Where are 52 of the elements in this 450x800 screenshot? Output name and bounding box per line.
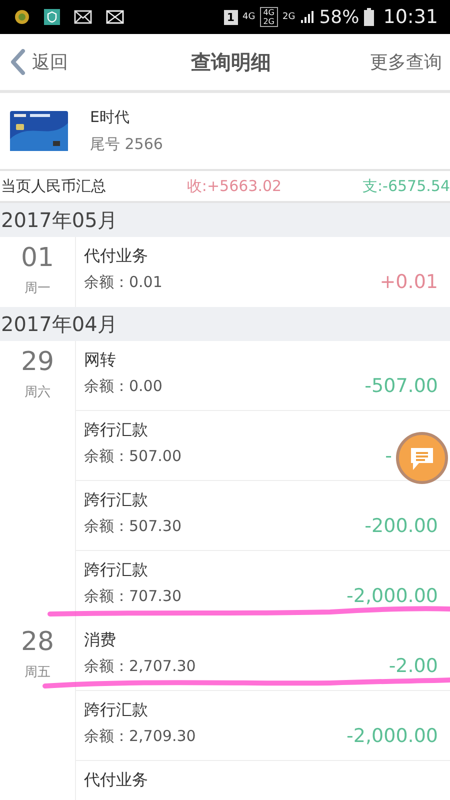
app-icon	[14, 9, 30, 25]
more-query-button[interactable]: 更多查询	[370, 50, 442, 74]
transaction-amount: -	[385, 445, 392, 467]
transaction-amount: -2,000.00	[346, 725, 438, 747]
battery-percent: 58%	[319, 6, 360, 28]
battery-icon	[364, 8, 374, 26]
balance-text: 余额：2,709.30	[84, 726, 196, 746]
transaction-title: 网转	[84, 350, 117, 371]
transaction-title: 跨行汇款	[84, 560, 149, 581]
dual-signal-indicator: 4G 2G	[260, 7, 278, 27]
day-number: 28	[20, 627, 54, 657]
transaction-title: 消费	[84, 630, 117, 651]
transaction-amount: -2,000.00	[346, 585, 438, 607]
network-label: 4G	[242, 12, 256, 22]
shield-icon	[44, 9, 60, 25]
transaction-amount: -200.00	[364, 515, 438, 537]
expense-total: 支:-6575.54	[362, 176, 450, 196]
card-tail-number: 尾号 2566	[90, 135, 163, 154]
transaction-title: 跨行汇款	[84, 420, 149, 441]
signal-icon	[300, 10, 314, 24]
transaction-title: 代付业务	[84, 246, 149, 267]
balance-text: 余额：707.30	[84, 586, 182, 606]
month-header: 2017年05月	[0, 203, 450, 237]
balance-text: 余额：0.01	[84, 272, 162, 292]
income-total: 收:+5663.02	[186, 176, 282, 196]
mail-icon	[106, 10, 124, 24]
chat-button[interactable]	[396, 432, 448, 484]
page-title: 查询明细	[191, 48, 271, 76]
balance-text: 余额：507.30	[84, 516, 182, 536]
weekday-label: 周六	[24, 384, 50, 401]
transaction-title: 跨行汇款	[84, 700, 149, 721]
day-number: 29	[20, 347, 54, 377]
transaction-title: 代付业务	[84, 770, 149, 791]
balance-text: 余额：0.00	[84, 376, 162, 396]
transaction-title: 跨行汇款	[84, 490, 149, 511]
back-chevron-icon	[10, 49, 26, 75]
balance-text: 余额：2,707.30	[84, 656, 196, 676]
weekday-label: 周一	[24, 280, 50, 297]
transaction-amount: +0.01	[380, 271, 438, 293]
transaction-amount: -2.00	[388, 655, 438, 677]
month-header: 2017年04月	[0, 307, 450, 341]
back-button[interactable]: 返回	[8, 49, 70, 75]
weekday-label: 周五	[24, 664, 50, 681]
transaction-amount: -507.00	[364, 375, 438, 397]
clock-time: 10:31	[383, 6, 438, 28]
balance-text: 余额：507.00	[84, 446, 182, 466]
account-name: E时代	[90, 108, 130, 127]
sim-indicator: 1	[224, 10, 238, 24]
day-number: 01	[20, 243, 54, 273]
network-label: 2G	[282, 12, 296, 22]
bank-card-icon	[10, 111, 68, 151]
summary-label: 当页人民币汇总	[1, 176, 106, 196]
